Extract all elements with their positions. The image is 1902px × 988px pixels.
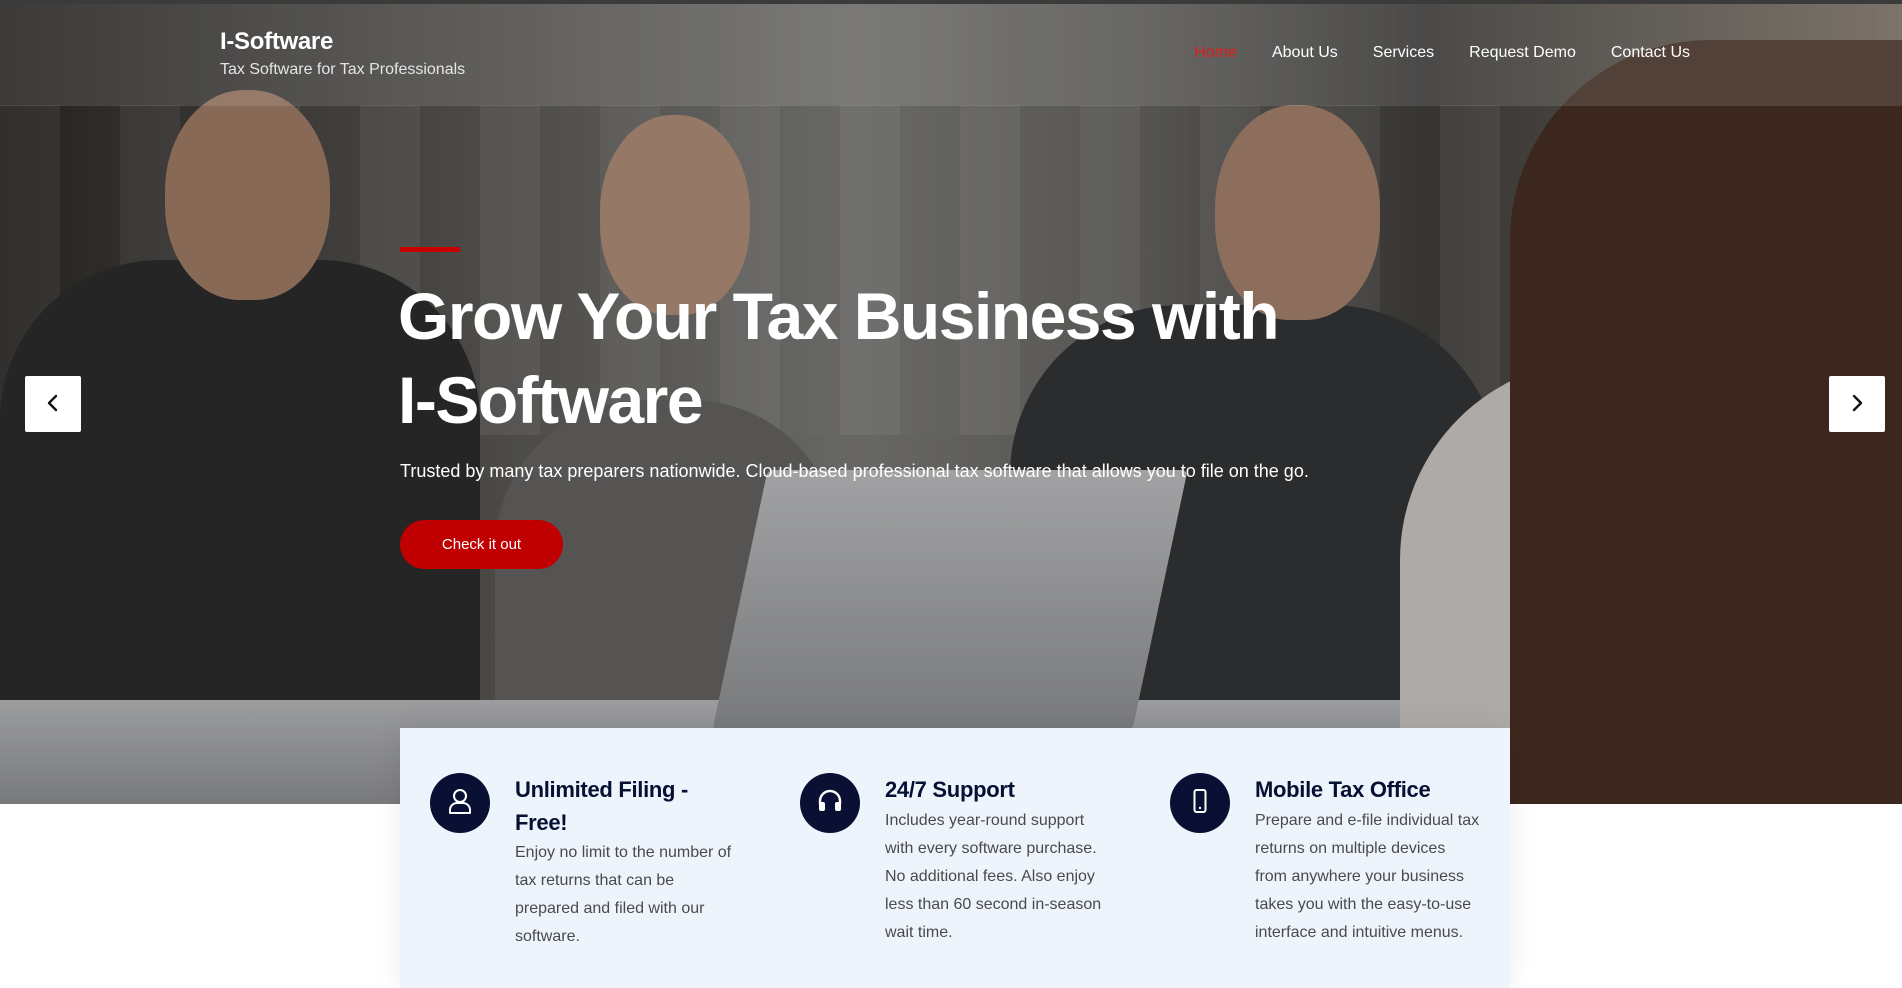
user-icon	[445, 786, 475, 821]
feature-text: Includes year-round support with every s…	[885, 812, 1102, 941]
nav-item-services[interactable]: Services	[1373, 44, 1434, 62]
main-nav: Home About Us Services Request Demo Cont…	[1194, 44, 1690, 62]
check-it-out-button[interactable]: Check it out	[400, 520, 563, 569]
chevron-left-icon	[43, 393, 63, 416]
site-header: I-Software Tax Software for Tax Professi…	[0, 4, 1902, 106]
nav-item-about-us[interactable]: About Us	[1272, 44, 1338, 62]
mobile-icon	[1185, 786, 1215, 821]
features-card: Unlimited Filing - Free! Enjoy no limit …	[400, 728, 1510, 988]
nav-item-request-demo[interactable]: Request Demo	[1469, 44, 1576, 62]
feature-icon-badge	[430, 773, 490, 833]
headset-icon	[815, 786, 845, 821]
carousel-next-button[interactable]	[1829, 376, 1885, 432]
feature-text: Prepare and e-file individual tax return…	[1255, 812, 1480, 941]
hero-title: Grow Your Tax Business with I-Software	[398, 279, 1280, 437]
hero-subtitle: Trusted by many tax preparers nationwide…	[400, 461, 1309, 481]
brand-tagline: Tax Software for Tax Professionals	[220, 61, 466, 78]
nav-item-contact-us[interactable]: Contact Us	[1611, 44, 1690, 62]
feature-icon-badge	[1170, 773, 1230, 833]
top-border	[0, 0, 1902, 4]
feature-title: Unlimited Filing - Free!	[515, 777, 689, 835]
carousel-prev-button[interactable]	[25, 376, 81, 432]
feature-title: 24/7 Support	[885, 777, 1015, 802]
chevron-right-icon	[1847, 393, 1867, 416]
brand-name[interactable]: I-Software	[220, 28, 333, 56]
feature-icon-badge	[800, 773, 860, 833]
feature-text: Enjoy no limit to the number of tax retu…	[515, 844, 732, 945]
nav-item-home[interactable]: Home	[1194, 44, 1237, 62]
hero-accent-bar	[400, 247, 460, 252]
feature-title: Mobile Tax Office	[1255, 777, 1431, 802]
